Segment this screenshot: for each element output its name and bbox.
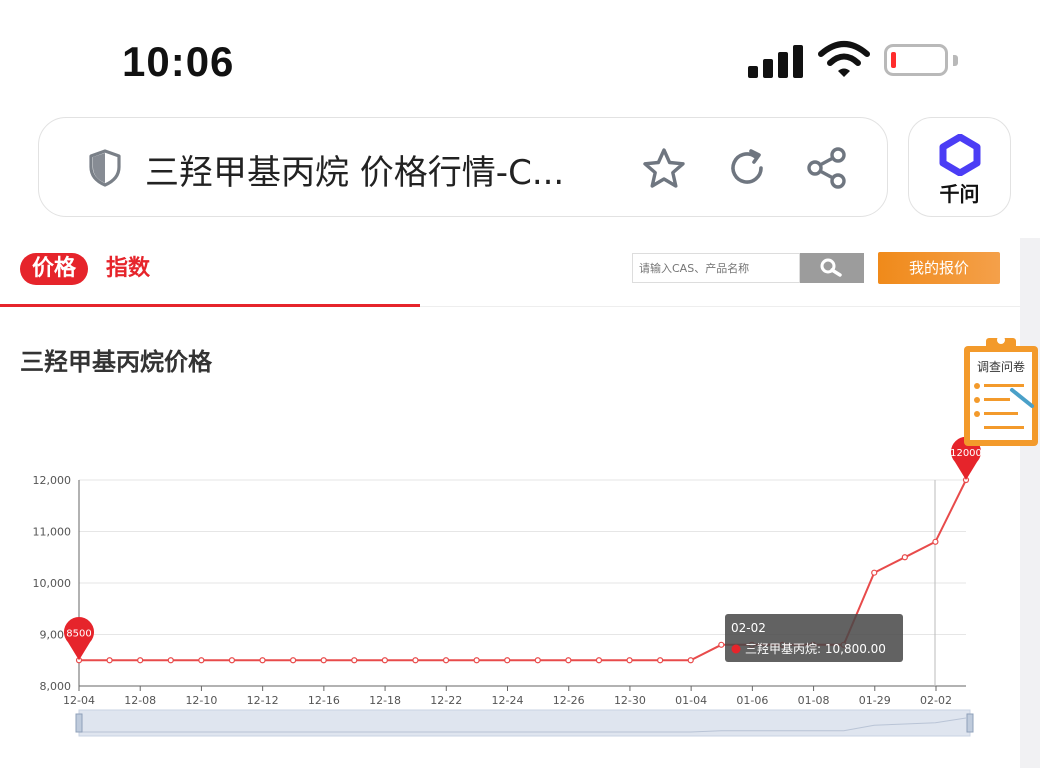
series-point[interactable] — [534, 657, 541, 664]
address-bar[interactable]: 三羟甲基丙烷 价格行情-C... — [38, 117, 888, 217]
series-point[interactable] — [595, 657, 603, 664]
series-point[interactable] — [228, 657, 236, 664]
y-tick-label: 8,000 — [40, 680, 72, 693]
series-point[interactable] — [504, 657, 511, 664]
y-tick-label: 12,000 — [33, 474, 72, 487]
star-icon[interactable] — [641, 146, 687, 192]
tooltip-title: 02-02 — [731, 621, 766, 635]
series-point[interactable] — [442, 657, 450, 664]
page-title: 三羟甲基丙烷 价格行情-C... — [145, 153, 565, 193]
qianwen-label: 千问 — [939, 182, 980, 206]
web-page: 价格 指数 我的报价 三羟甲基丙烷价格 8,0009,00010,00011,0… — [0, 238, 1038, 768]
data-zoom-handle-right[interactable] — [966, 713, 974, 733]
x-tick-label: 12-10 — [185, 694, 217, 707]
data-zoom-handle-left[interactable] — [75, 713, 83, 733]
x-tick-label: 12-22 — [430, 694, 462, 707]
x-tick-label: 12-26 — [553, 694, 585, 707]
series-point[interactable] — [718, 641, 725, 648]
series-point[interactable] — [320, 657, 327, 664]
x-tick-label: 02-02 — [920, 694, 952, 707]
battery-icon — [884, 44, 948, 76]
page-scroll-edge — [1020, 238, 1040, 768]
status-bar: 10:06 — [0, 0, 1040, 110]
survey-float-button[interactable]: 调查问卷 — [962, 334, 1040, 450]
x-tick-label: 01-04 — [675, 694, 707, 707]
wifi-icon — [818, 41, 870, 77]
x-tick-label: 12-08 — [124, 694, 156, 707]
series-point[interactable] — [412, 657, 419, 664]
series-point[interactable] — [657, 657, 664, 664]
x-tick-label: 12-16 — [308, 694, 340, 707]
shield-icon — [89, 149, 121, 187]
cellular-signal-icon — [748, 44, 804, 78]
status-time: 10:06 — [122, 38, 235, 85]
series-point[interactable] — [565, 657, 572, 664]
x-tick-label: 12-24 — [492, 694, 524, 707]
y-tick-label: 10,000 — [33, 577, 72, 590]
series-point[interactable] — [137, 657, 144, 664]
x-tick-label: 01-29 — [859, 694, 891, 707]
series-point[interactable] — [351, 657, 358, 664]
share-icon[interactable] — [805, 146, 849, 190]
y-tick-label: 11,000 — [33, 526, 72, 539]
tooltip-value: 三羟甲基丙烷: 10,800.00 — [745, 641, 886, 656]
battery-cap — [953, 55, 958, 66]
series-point[interactable] — [473, 657, 480, 664]
x-tick-label: 12-12 — [247, 694, 279, 707]
series-point[interactable] — [198, 657, 205, 664]
qianwen-assistant-button[interactable]: 千问 — [908, 117, 1011, 217]
x-tick-label: 12-30 — [614, 694, 646, 707]
x-tick-label: 01-06 — [736, 694, 768, 707]
series-point[interactable] — [626, 657, 633, 664]
tooltip-series-dot — [731, 644, 741, 654]
x-tick-label: 12-18 — [369, 694, 401, 707]
series-point[interactable] — [167, 657, 174, 664]
series-point[interactable] — [687, 657, 694, 664]
marker-label: 8500 — [66, 628, 91, 639]
series-point[interactable] — [290, 657, 297, 664]
survey-label: 调查问卷 — [977, 359, 1025, 374]
series-point[interactable] — [106, 657, 113, 664]
series-point[interactable] — [871, 569, 878, 576]
max-min-marker: 8500 — [64, 617, 95, 661]
series-point[interactable] — [932, 538, 939, 545]
series-point[interactable] — [901, 554, 908, 561]
qianwen-logo-icon — [939, 134, 981, 176]
reload-icon[interactable] — [725, 146, 769, 190]
price-line-chart[interactable]: 8,0009,00010,00011,00012,00012-04 12-08 12… — [0, 238, 1020, 768]
series-point[interactable] — [381, 657, 388, 664]
x-tick-label: 12-04 — [63, 694, 95, 707]
x-tick-label: 01-08 — [798, 694, 830, 707]
series-point[interactable] — [259, 657, 266, 664]
